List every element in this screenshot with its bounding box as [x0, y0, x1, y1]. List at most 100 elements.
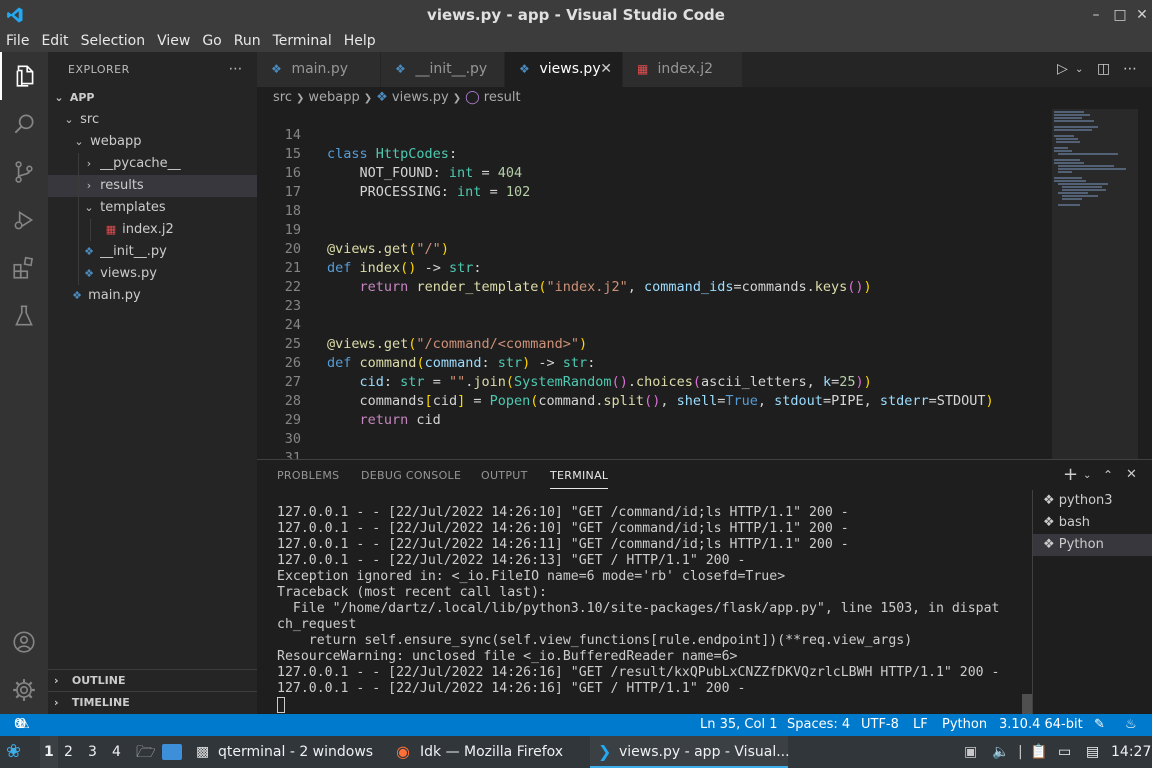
tree-folder-templates[interactable]: ⌄ templates — [48, 197, 257, 219]
outline-section[interactable]: › OUTLINE — [48, 669, 257, 691]
explorer-icon[interactable] — [0, 52, 48, 100]
tab-index-j2[interactable]: ▦ index.j2 — [623, 52, 743, 87]
task-firefox[interactable]: Idk — Mozilla Firefox — [420, 736, 563, 768]
tree-folder-pycache[interactable]: › __pycache__ — [48, 153, 257, 175]
menu-selection[interactable]: Selection — [75, 30, 152, 52]
screen-icon[interactable]: ▭ — [1058, 736, 1071, 768]
minimize-button[interactable]: – — [1086, 5, 1106, 25]
show-desktop-icon[interactable] — [162, 744, 182, 760]
run-debug-icon[interactable] — [0, 196, 48, 244]
chevron-down-icon: ⌄ — [84, 201, 94, 214]
tab-output[interactable]: OUTPUT — [481, 469, 528, 482]
menu-view[interactable]: View — [151, 30, 196, 52]
split-editor-icon[interactable]: ◫ — [1097, 61, 1110, 77]
menu-go[interactable]: Go — [196, 30, 227, 52]
settings-gear-icon[interactable] — [0, 666, 48, 714]
breadcrumb-separator-icon: ❯ — [363, 93, 373, 104]
tab-main-py[interactable]: ❖ main.py — [257, 52, 381, 87]
run-file-icon[interactable]: ▷ — [1057, 61, 1068, 77]
task-qterminal[interactable]: qterminal - 2 windows — [218, 736, 373, 768]
menu-file[interactable]: File — [0, 30, 35, 52]
workspace-root-label: APP — [69, 91, 95, 104]
code-editor[interactable]: 14 class HttpCodes: 15 NOT_FOUND: int = … — [257, 109, 1044, 459]
tree-file-index-j2[interactable]: ▦ index.j2 — [48, 219, 257, 241]
menu-bar: File Edit Selection View Go Run Terminal… — [0, 30, 1152, 52]
menu-help[interactable]: Help — [338, 30, 382, 52]
timeline-section[interactable]: › TIMELINE — [48, 691, 257, 713]
indentation-status[interactable]: Spaces: 4 — [787, 714, 850, 736]
chevron-down-icon: ⌄ — [64, 113, 74, 126]
tree-folder-results[interactable]: › results — [48, 175, 257, 197]
search-icon[interactable] — [0, 100, 48, 148]
app-launcher-icon[interactable]: ❀ — [6, 736, 21, 768]
tree-item-label: __pycache__ — [100, 156, 181, 171]
explorer-more-icon[interactable]: ⋯ — [229, 52, 244, 87]
workspace-4[interactable]: 4 — [112, 736, 121, 768]
extensions-icon[interactable] — [0, 244, 48, 292]
close-window-button[interactable]: ✕ — [1132, 5, 1152, 25]
eol-status[interactable]: LF — [913, 714, 928, 736]
language-mode[interactable]: Python — [942, 714, 987, 736]
tab-init-py[interactable]: ❖ __init__.py — [381, 52, 505, 87]
file-manager-icon[interactable]: 🗁 — [136, 736, 156, 768]
clipboard-icon[interactable]: 📋 — [1030, 736, 1047, 768]
breadcrumb-webapp[interactable]: webapp — [308, 90, 359, 105]
tree-folder-webapp[interactable]: ⌄ webapp — [48, 131, 257, 153]
python-icon: ❖ — [271, 62, 282, 76]
more-actions-icon[interactable]: ⋯ — [1123, 61, 1137, 77]
terminal-item-python[interactable]: ❖ Python — [1033, 534, 1152, 556]
terminal-line: Exception ignored in: <_io.FileIO name=6… — [277, 569, 786, 584]
workspace-1[interactable]: 1 — [40, 736, 58, 768]
window-list-icon[interactable]: ▣ — [964, 736, 977, 768]
tree-file-init-py[interactable]: ❖ __init__.py — [48, 241, 257, 263]
notifications-bell-icon[interactable]: ♨ — [1125, 714, 1137, 736]
new-terminal-icon[interactable]: + — [1063, 464, 1078, 485]
code-line: 26 cid: str = "".join(SystemRandom().cho… — [257, 335, 1044, 390]
maximize-panel-icon[interactable]: ⌃ — [1103, 468, 1113, 482]
code-line: 22 — [257, 259, 1044, 295]
tree-folder-src[interactable]: ⌄ src — [48, 109, 257, 131]
close-panel-icon[interactable]: ✕ — [1126, 467, 1137, 482]
tree-file-main-py[interactable]: ❖ main.py — [48, 285, 257, 307]
problems-status[interactable]: ⊗ 0 ⚠ 0 — [14, 714, 30, 736]
terminal-cursor — [277, 697, 285, 713]
encoding-status[interactable]: UTF-8 — [861, 714, 899, 736]
terminal-item-python3[interactable]: ❖ python3 — [1033, 490, 1152, 512]
breadcrumb-result[interactable]: result — [484, 90, 521, 105]
menu-edit[interactable]: Edit — [35, 30, 74, 52]
tab-views-py[interactable]: ❖ views.py ✕ — [505, 52, 623, 87]
workspace-root[interactable]: ⌄ APP — [48, 87, 257, 109]
terminal-item-label: Python — [1058, 537, 1104, 552]
feedback-icon[interactable]: ✎ — [1094, 714, 1105, 736]
close-tab-icon[interactable]: ✕ — [600, 52, 612, 87]
breadcrumb: src ❯ webapp ❯ ❖ views.py ❯ ◯ result — [257, 87, 1044, 109]
run-dropdown-chevron-icon[interactable]: ⌄ — [1075, 64, 1083, 75]
terminal-scrollbar[interactable] — [1022, 694, 1032, 714]
task-vscode[interactable]: views.py - app - Visual... — [619, 736, 790, 768]
clock[interactable]: 14:27 — [1111, 736, 1151, 768]
symbol-method-icon: ◯ — [465, 90, 484, 105]
tree-file-views-py[interactable]: ❖ views.py — [48, 263, 257, 285]
breadcrumb-src[interactable]: src — [273, 90, 292, 105]
network-icon[interactable]: ▤ — [1086, 736, 1099, 768]
terminal-dropdown-chevron-icon[interactable]: ⌄ — [1083, 470, 1091, 481]
accounts-icon[interactable] — [0, 618, 48, 666]
workspace-3[interactable]: 3 — [88, 736, 97, 768]
tab-terminal[interactable]: TERMINAL — [550, 469, 609, 489]
tab-problems[interactable]: PROBLEMS — [277, 469, 339, 482]
minimap[interactable] — [1044, 109, 1152, 459]
menu-run[interactable]: Run — [228, 30, 267, 52]
volume-icon[interactable]: 🔈 — [992, 736, 1009, 768]
tree-item-label: webapp — [90, 134, 142, 149]
breadcrumb-views-py[interactable]: views.py — [392, 90, 449, 105]
tree-item-label: __init__.py — [100, 244, 167, 259]
terminal-item-bash[interactable]: ❖ bash — [1033, 512, 1152, 534]
cursor-position[interactable]: Ln 35, Col 1 — [700, 714, 777, 736]
python-interpreter[interactable]: 3.10.4 64-bit — [999, 714, 1083, 736]
tab-debug-console[interactable]: DEBUG CONSOLE — [361, 469, 461, 482]
testing-flask-icon[interactable] — [0, 292, 48, 340]
menu-terminal[interactable]: Terminal — [267, 30, 338, 52]
maximize-button[interactable]: □ — [1110, 5, 1130, 25]
source-control-icon[interactable] — [0, 148, 48, 196]
workspace-2[interactable]: 2 — [64, 736, 73, 768]
